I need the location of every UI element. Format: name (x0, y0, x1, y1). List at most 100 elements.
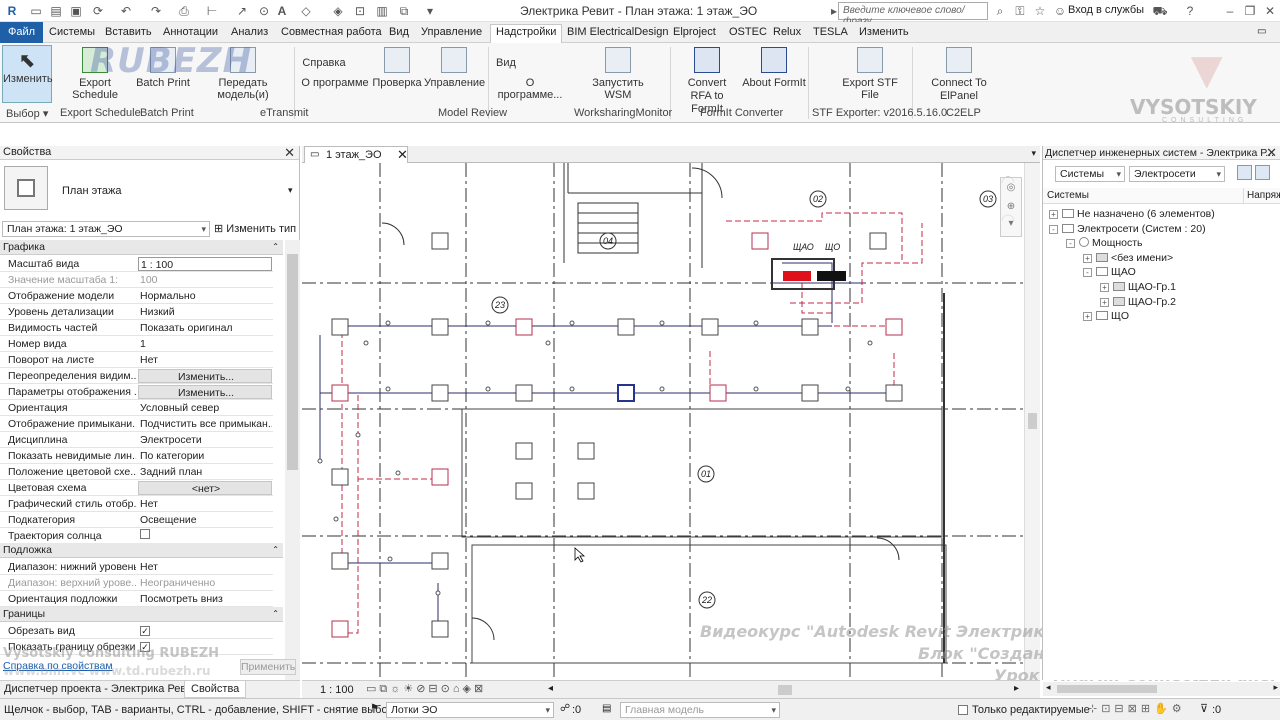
property-value[interactable]: Условный север (138, 401, 272, 415)
tab-ostec[interactable]: OSTEC (724, 25, 772, 39)
revit-app-icon[interactable]: R (4, 3, 20, 19)
review-check-button[interactable]: Проверка (372, 45, 422, 89)
cart-icon[interactable]: ⛟ (1152, 3, 1168, 19)
run-wsm-button[interactable]: Запустить WSM (578, 45, 658, 101)
property-edit-button[interactable]: Изменить... (138, 385, 272, 399)
property-row[interactable]: Траектория солнца (0, 528, 273, 544)
tab-bim-electricaldesign[interactable]: BIM ElectricalDesign (562, 25, 673, 39)
tab-insert[interactable]: Вставить (100, 25, 157, 39)
property-value[interactable]: 1 (138, 337, 272, 351)
tree-node[interactable]: + ЩАО-Гр.2 (1100, 296, 1176, 308)
active-workset-dropdown[interactable]: Лотки ЭО (386, 702, 554, 718)
property-value[interactable]: Нет (138, 497, 272, 511)
tree-node[interactable]: - Электросети (Систем : 20) (1049, 223, 1206, 235)
scroll-right-icon[interactable]: ▸ (1014, 683, 1019, 694)
close-window-icon[interactable]: ✕ (1262, 3, 1278, 19)
expand-icon[interactable]: + (1100, 283, 1109, 292)
property-row[interactable]: Графический стиль отобр... Нет (0, 496, 273, 512)
modify-button[interactable]: ⬉ Изменить (2, 45, 53, 103)
tab-tesla[interactable]: TESLA (808, 25, 853, 39)
property-row[interactable]: Диапазон: нижний уровень Нет (0, 559, 273, 575)
tab-modify[interactable]: Изменить (854, 25, 914, 39)
instance-selector[interactable]: План этажа: 1 этаж_ЭО (2, 221, 210, 237)
systems-filter-dropdown[interactable]: Системы (1055, 166, 1125, 182)
property-row[interactable]: Подкатегория Освещение (0, 512, 273, 528)
tab-file[interactable]: Файл (0, 22, 44, 43)
property-row[interactable]: Положение цветовой схе... Задний план (0, 464, 273, 480)
property-row[interactable]: Поворот на листе Нет (0, 352, 273, 368)
property-row[interactable]: Диапазон: верхний урове... Неограниченно (0, 575, 273, 591)
property-checkbox[interactable]: ✓ (140, 626, 150, 636)
undo-icon[interactable]: ↶ (118, 3, 134, 19)
wsm-about-button[interactable]: О программе... (494, 77, 566, 101)
property-value[interactable]: Задний план (138, 465, 272, 479)
user-icon[interactable]: ☺ (1052, 3, 1068, 19)
property-value[interactable] (138, 529, 272, 543)
tree-node[interactable]: - ЩАО (1083, 266, 1136, 278)
view-tab[interactable]: ▭ 1 этаж_ЭО ✕ (304, 146, 408, 163)
open-folder-icon[interactable]: ▤ (48, 3, 64, 19)
wsm-view-button[interactable]: Вид (494, 57, 518, 69)
sync-icon[interactable]: ⟳ (90, 3, 106, 19)
star-icon[interactable]: ☆ (1032, 3, 1048, 19)
binoculars-icon[interactable]: ⌕ (992, 3, 1008, 19)
property-row[interactable]: Масштаб вида 1 : 100 (0, 256, 273, 272)
expand-icon[interactable]: + (1083, 312, 1092, 322)
scroll-left-icon[interactable]: ◂ (548, 683, 553, 694)
close-view-icon[interactable]: ✕ (397, 147, 408, 163)
tab-analyze[interactable]: Анализ (226, 25, 273, 39)
view-control-icons[interactable]: ▭⧉☼☀⊘⊟⊙⌂◈⊠ (366, 682, 486, 696)
connect-elpanel-button[interactable]: Connect To ElPanel (926, 45, 992, 103)
property-value[interactable]: ✓ (138, 624, 272, 638)
vertical-scrollbar[interactable] (1024, 163, 1040, 680)
help-icon[interactable]: ? (1182, 3, 1198, 19)
property-row[interactable]: Номер вида 1 (0, 336, 273, 352)
property-row[interactable]: Параметры отображения ... Изменить... (0, 384, 273, 400)
edit-type-button[interactable]: ⊞ Изменить тип (214, 222, 296, 235)
about-formit-button[interactable]: About FormIt (742, 45, 806, 89)
property-row[interactable]: Уровень детализации Низкий (0, 304, 273, 320)
design-options-icon[interactable]: ▤ (602, 703, 611, 714)
panel-select[interactable]: Выбор ▾ (6, 107, 48, 120)
expand-icon[interactable]: + (1083, 253, 1092, 263)
tab-annotate[interactable]: Аннотации (158, 25, 223, 39)
worksets-icon[interactable]: ⚑ (370, 703, 379, 714)
type-selector[interactable]: План этажа (62, 185, 121, 197)
tag-icon[interactable]: ⊙ (256, 3, 272, 19)
save-icon[interactable]: ▣ (68, 3, 84, 19)
tab-elproject[interactable]: Elproject (668, 25, 721, 39)
tab-relux[interactable]: Relux (768, 25, 806, 39)
horizontal-scroll-thumb[interactable] (778, 685, 792, 695)
expand-icon[interactable]: + (1049, 210, 1058, 219)
redo-icon[interactable]: ↷ (148, 3, 164, 19)
tab-systems[interactable]: Системы (44, 25, 100, 39)
tree-node[interactable]: + ЩАО-Гр.1 (1100, 281, 1176, 293)
design-option-dropdown[interactable]: Главная модель (620, 702, 780, 718)
filter-icon[interactable]: ⊽ (1200, 702, 1208, 715)
floor-plan-drawing[interactable]: 04 02 03 23 01 22 ЩАО ЩО (302, 163, 1024, 680)
property-value[interactable]: Электросети (138, 433, 272, 447)
property-value[interactable]: По категории (138, 449, 272, 463)
property-row[interactable]: Цветовая схема <нет> (0, 480, 273, 496)
ribbon-toggle-icon[interactable]: ▭ (1252, 25, 1271, 38)
properties-scrollbar[interactable] (285, 240, 300, 680)
zoom-icon[interactable]: ⊕ (1001, 201, 1021, 212)
property-value[interactable]: Неограниченно (138, 576, 272, 590)
minimize-icon[interactable]: – (1222, 3, 1238, 19)
property-row[interactable]: Дисциплина Электросети (0, 432, 273, 448)
property-value[interactable]: Подчистить все примыкан... (138, 417, 272, 431)
subscription-icon[interactable]: ⚿ (1012, 3, 1028, 19)
property-value[interactable]: Низкий (138, 305, 272, 319)
discipline-filter-dropdown[interactable]: Электросети (1129, 166, 1225, 182)
tree-node[interactable]: + ЩО (1083, 310, 1129, 322)
property-value[interactable]: Нет (138, 560, 272, 574)
system-browser-hscroll[interactable]: ◂ ▸ (1043, 682, 1280, 696)
property-value[interactable]: 1 : 100 (138, 257, 272, 271)
property-row[interactable]: Видимость частей Показать оригинал (0, 320, 273, 336)
dimension-icon[interactable]: ↗ (234, 3, 250, 19)
text-icon[interactable]: A (274, 3, 290, 19)
property-row[interactable]: Показать невидимые лин... По категории (0, 448, 273, 464)
property-value[interactable]: Показать оригинал (138, 321, 272, 335)
search-input[interactable]: Введите ключевое слово/фразу (838, 2, 988, 27)
property-row[interactable]: Переопределения видим... Изменить... (0, 368, 273, 384)
